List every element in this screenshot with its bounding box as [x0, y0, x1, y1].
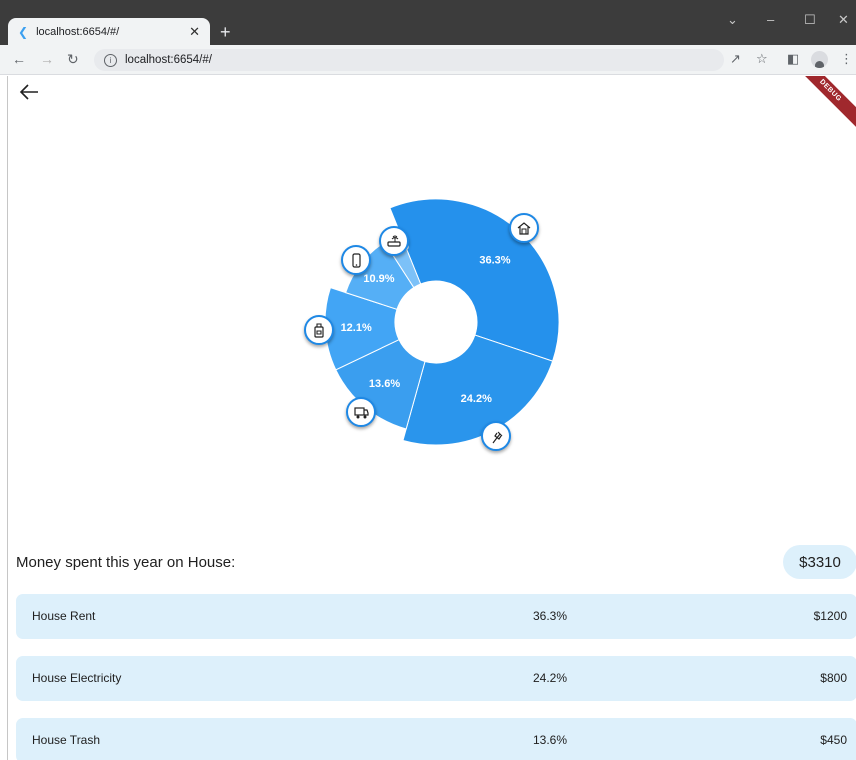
browser-tab-strip: ❮ localhost:6654/#/ ✕ + ⌄ – ☐ ✕	[0, 0, 856, 45]
expense-percent: 13.6%	[533, 733, 568, 747]
expense-row-house-rent[interactable]: House Rent 36.3% $1200	[16, 594, 856, 639]
tab-title: localhost:6654/#/	[36, 25, 120, 38]
slice-label-5: 10.9%	[363, 273, 394, 285]
flutter-favicon-icon: ❮	[18, 24, 29, 39]
donut-chart: 36.3%24.2%13.6%12.1%10.9%3.0%	[324, 198, 560, 446]
slice-label-2: 24.2%	[461, 393, 492, 405]
expense-row-house-electricity[interactable]: House Electricity 24.2% $800	[16, 656, 856, 701]
close-tab-icon[interactable]: ✕	[189, 24, 200, 40]
address-bar[interactable]: i localhost:6654/#/	[94, 49, 724, 71]
browser-toolbar: ← → ↻ i localhost:6654/#/ ↗ ☆ ◧ ⋮	[0, 45, 856, 75]
site-info-icon[interactable]: i	[104, 53, 117, 67]
app-viewport: DEBUG 36.3%24.2%13.6%12.1%10.9%3.0% Mone…	[7, 76, 856, 760]
expense-amount: $450	[820, 733, 847, 747]
profile-avatar-icon[interactable]	[811, 51, 828, 68]
expense-name: House Trash	[32, 733, 101, 747]
expense-amount: $800	[820, 671, 847, 685]
expense-name: House Rent	[32, 609, 96, 623]
expense-row-house-trash[interactable]: House Trash 13.6% $450	[16, 718, 856, 760]
address-url: localhost:6654/#/	[125, 54, 212, 66]
expense-amount: $1200	[813, 609, 847, 623]
minimize-icon[interactable]: –	[767, 12, 774, 27]
total-amount-badge: $3310	[783, 545, 856, 579]
browser-menu-icon[interactable]: ⋮	[840, 51, 853, 67]
back-nav-icon[interactable]: ←	[12, 51, 26, 67]
maximize-icon[interactable]: ☐	[804, 12, 816, 28]
gas-can-icon	[304, 314, 335, 345]
tab-search-chevron-icon[interactable]: ⌄	[727, 12, 738, 28]
side-panel-icon[interactable]: ◧	[787, 51, 799, 67]
expense-percent: 36.3%	[533, 609, 568, 623]
share-icon[interactable]: ↗	[730, 51, 741, 67]
summary-label: Money spent this year on House:	[16, 554, 236, 571]
new-tab-icon[interactable]: +	[220, 22, 231, 43]
slice-label-3: 13.6%	[369, 378, 400, 390]
forward-nav-icon[interactable]: →	[40, 51, 54, 67]
reload-icon[interactable]: ↻	[67, 51, 79, 68]
expense-name: House Electricity	[32, 671, 122, 685]
browser-tab[interactable]: ❮ localhost:6654/#/ ✕	[8, 18, 210, 45]
trash-truck-icon	[345, 396, 376, 427]
bookmark-star-icon[interactable]: ☆	[756, 51, 768, 67]
slice-label-4: 12.1%	[341, 322, 372, 334]
slice-label-1: 36.3%	[479, 254, 510, 266]
expense-percent: 24.2%	[533, 671, 568, 685]
window-close-icon[interactable]: ✕	[838, 12, 849, 28]
